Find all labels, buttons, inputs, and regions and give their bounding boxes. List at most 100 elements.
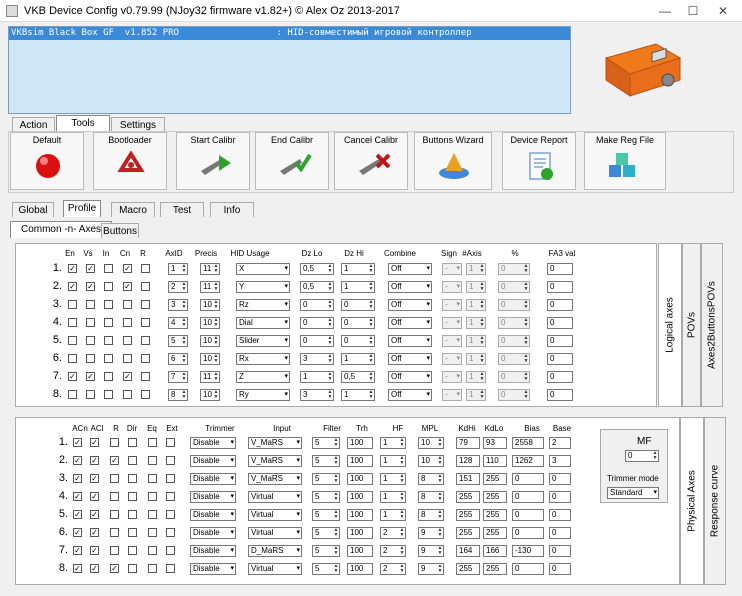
chevron-down-icon[interactable]: ▾ [456, 336, 460, 346]
chevron-down-icon[interactable]: ▾ [296, 474, 300, 484]
spinner-arrows-icon[interactable]: ▲ ▼ [368, 354, 374, 364]
physical-checkbox[interactable] [166, 438, 175, 447]
physical-checkbox[interactable] [148, 546, 157, 555]
physical-checkbox[interactable] [128, 456, 137, 465]
spinner-arrows-icon[interactable]: ▲ ▼ [333, 492, 339, 502]
physical-checkbox[interactable]: ✓ [110, 456, 119, 465]
spinner-arrows-icon[interactable]: ▲ ▼ [333, 546, 339, 556]
trimmer-select[interactable]: Disable ▾ [190, 473, 236, 485]
spinner-arrows-icon[interactable]: ▲ ▼ [479, 390, 485, 400]
physical-checkbox[interactable] [110, 510, 119, 519]
axis-checkbox[interactable] [123, 300, 132, 309]
spinner-arrows-icon[interactable]: ▲ ▼ [479, 318, 485, 328]
bias-field[interactable]: 0 [512, 527, 544, 539]
trh-field[interactable]: 100 [347, 509, 373, 521]
bias-field[interactable]: 0 [512, 509, 544, 521]
chevron-down-icon[interactable]: ▾ [426, 390, 430, 400]
bias-field[interactable]: -130 [512, 545, 544, 557]
chevron-down-icon[interactable]: ▾ [230, 474, 234, 484]
spinner-arrows-icon[interactable]: ▲ ▼ [327, 318, 333, 328]
combine-select[interactable]: Off ▾ [388, 281, 432, 293]
combine-select[interactable]: Off ▾ [388, 263, 432, 275]
axis-checkbox[interactable] [86, 354, 95, 363]
chevron-down-icon[interactable]: ▾ [296, 492, 300, 502]
default-button[interactable]: Default [10, 132, 84, 190]
axid-spinner[interactable]: 8 ▲ ▼ [168, 389, 188, 401]
chevron-down-icon[interactable]: ▾ [296, 564, 300, 574]
base-field[interactable]: 2 [549, 437, 571, 449]
trh-field[interactable]: 100 [347, 527, 373, 539]
spinner-arrows-icon[interactable]: ▲ ▼ [368, 300, 374, 310]
physical-checkbox[interactable] [128, 546, 137, 555]
axis-checkbox[interactable] [141, 372, 150, 381]
hf-spinner[interactable]: 1 ▲ ▼ [380, 491, 406, 503]
precis-spinner[interactable]: 10 ▲ ▼ [200, 389, 220, 401]
physical-checkbox[interactable]: ✓ [73, 474, 82, 483]
precis-spinner[interactable]: 11 ▲ ▼ [200, 281, 220, 293]
spinner-arrows-icon[interactable]: ▲ ▼ [437, 564, 443, 574]
chevron-down-icon[interactable]: ▾ [426, 336, 430, 346]
axis-checkbox[interactable]: ✓ [86, 264, 95, 273]
mpl-spinner[interactable]: 8 ▲ ▼ [418, 491, 444, 503]
hf-spinner[interactable]: 1 ▲ ▼ [380, 509, 406, 521]
chevron-down-icon[interactable]: ▾ [230, 492, 234, 502]
spinner-arrows-icon[interactable]: ▲ ▼ [327, 300, 333, 310]
spinner-arrows-icon[interactable]: ▲ ▼ [327, 390, 333, 400]
mf-spinner[interactable]: 0 ▲ ▼ [625, 450, 659, 462]
physical-checkbox[interactable]: ✓ [73, 510, 82, 519]
physical-checkbox[interactable]: ✓ [73, 456, 82, 465]
mpl-spinner[interactable]: 9 ▲ ▼ [418, 563, 444, 575]
spinner-arrows-icon[interactable]: ▲ ▼ [399, 528, 405, 538]
spinner-arrows-icon[interactable]: ▲ ▼ [327, 354, 333, 364]
input-select[interactable]: Virtual ▾ [248, 491, 302, 503]
physical-checkbox[interactable] [148, 492, 157, 501]
device-console[interactable]: VKBsim Black Box GF v1.852 PRO : HID-сов… [8, 26, 571, 114]
axis-checkbox[interactable]: ✓ [86, 372, 95, 381]
mpl-spinner[interactable]: 9 ▲ ▼ [418, 527, 444, 539]
axis-checkbox[interactable] [104, 390, 113, 399]
physical-checkbox[interactable]: ✓ [73, 564, 82, 573]
bias-field[interactable]: 0 [512, 473, 544, 485]
physical-checkbox[interactable] [148, 564, 157, 573]
physical-checkbox[interactable]: ✓ [73, 438, 82, 447]
spinner-arrows-icon[interactable]: ▲ ▼ [327, 282, 333, 292]
physical-checkbox[interactable] [128, 438, 137, 447]
filter-spinner[interactable]: 5 ▲ ▼ [312, 437, 340, 449]
spinner-arrows-icon[interactable]: ▲ ▼ [327, 372, 333, 382]
physical-checkbox[interactable] [148, 474, 157, 483]
physical-checkbox[interactable] [128, 492, 137, 501]
tab-response-curve[interactable]: Response curve [704, 417, 726, 585]
physical-checkbox[interactable] [166, 510, 175, 519]
spinner-arrows-icon[interactable]: ▲ ▼ [437, 492, 443, 502]
chevron-down-icon[interactable]: ▾ [296, 546, 300, 556]
dz-hi-spinner[interactable]: 1 ▲ ▼ [341, 263, 375, 275]
trimmer-select[interactable]: Disable ▾ [190, 509, 236, 521]
axis-checkbox[interactable]: ✓ [86, 282, 95, 291]
kdhi-field[interactable]: 255 [456, 527, 480, 539]
spinner-arrows-icon[interactable]: ▲ ▼ [437, 474, 443, 484]
spinner-arrows-icon[interactable]: ▲ ▼ [523, 372, 529, 382]
base-field[interactable]: 0 [549, 491, 571, 503]
spinner-arrows-icon[interactable]: ▲ ▼ [399, 456, 405, 466]
dz-lo-spinner[interactable]: 0,5 ▲ ▼ [300, 281, 334, 293]
bias-field[interactable]: 2558 [512, 437, 544, 449]
spinner-arrows-icon[interactable]: ▲ ▼ [213, 336, 219, 346]
axis-checkbox[interactable] [104, 264, 113, 273]
spinner-arrows-icon[interactable]: ▲ ▼ [368, 372, 374, 382]
combine-select[interactable]: Off ▾ [388, 389, 432, 401]
spinner-arrows-icon[interactable]: ▲ ▼ [437, 546, 443, 556]
dz-lo-spinner[interactable]: 0 ▲ ▼ [300, 317, 334, 329]
axis-checkbox[interactable] [141, 318, 150, 327]
dz-hi-spinner[interactable]: 0 ▲ ▼ [341, 299, 375, 311]
kdhi-field[interactable]: 255 [456, 509, 480, 521]
spinner-arrows-icon[interactable]: ▲ ▼ [437, 438, 443, 448]
axis-checkbox[interactable] [141, 264, 150, 273]
chevron-down-icon[interactable]: ▾ [284, 372, 288, 382]
dz-hi-spinner[interactable]: 1 ▲ ▼ [341, 389, 375, 401]
trh-field[interactable]: 100 [347, 491, 373, 503]
chevron-down-icon[interactable]: ▾ [230, 438, 234, 448]
precis-spinner[interactable]: 10 ▲ ▼ [200, 353, 220, 365]
chevron-down-icon[interactable]: ▾ [284, 390, 288, 400]
physical-checkbox[interactable]: ✓ [90, 474, 99, 483]
bias-field[interactable]: 0 [512, 563, 544, 575]
